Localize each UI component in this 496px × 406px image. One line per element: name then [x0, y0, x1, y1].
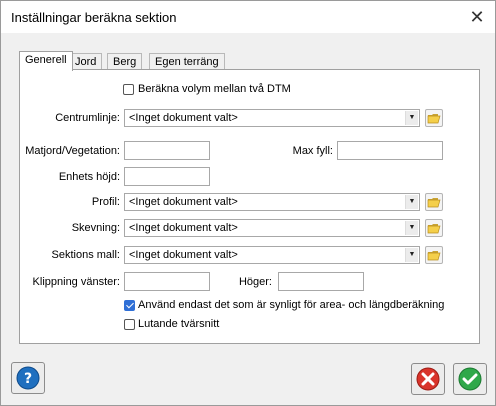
centerline-select[interactable]: <Inget dokument valt> ▼ [124, 109, 420, 127]
tab-egen-terrang[interactable]: Egen terräng [149, 53, 225, 70]
folder-icon[interactable] [425, 193, 443, 211]
clip-right-input[interactable] [278, 272, 364, 291]
topsoil-input[interactable] [124, 141, 210, 160]
profile-label: Profil: [91, 196, 120, 208]
clip-left-input[interactable] [124, 272, 210, 291]
ok-button[interactable] [453, 363, 487, 395]
max-fill-label: Max fyll: [292, 145, 333, 157]
sloping-checkbox[interactable] [124, 319, 135, 330]
chevron-down-icon: ▼ [405, 221, 418, 235]
help-icon: ? [16, 366, 40, 390]
cant-value: <Inget dokument valt> [129, 222, 238, 234]
section-template-label: Sektions mall: [51, 249, 120, 261]
cant-label: Skevning: [71, 222, 120, 234]
svg-text:?: ? [24, 371, 32, 387]
cant-select[interactable]: <Inget dokument valt> ▼ [124, 219, 420, 237]
window-title: Inställningar beräkna sektion [11, 10, 177, 25]
clip-right-label: Höger: [238, 276, 272, 288]
title-bar: Inställningar beräkna sektion ✕ [1, 1, 495, 33]
dialog-window: Inställningar beräkna sektion ✕ Generell… [0, 0, 496, 406]
folder-icon[interactable] [425, 219, 443, 237]
profile-select[interactable]: <Inget dokument valt> ▼ [124, 193, 420, 211]
use-visible-label: Använd endast det som är synligt för are… [138, 299, 445, 311]
topsoil-label: Matjord/Vegetation: [25, 145, 120, 157]
tab-generell[interactable]: Generell [19, 51, 73, 71]
chevron-down-icon: ▼ [405, 195, 418, 209]
chevron-down-icon: ▼ [405, 111, 418, 125]
tab-panel-generell: Beräkna volym mellan två DTM Centrumlinj… [19, 69, 480, 344]
centerline-label: Centrumlinje: [55, 112, 120, 124]
max-fill-input[interactable] [337, 141, 443, 160]
chevron-down-icon: ▼ [405, 248, 418, 262]
clip-left-label: Klippning vänster: [32, 276, 120, 288]
tab-jord[interactable]: Jord [69, 53, 103, 70]
section-template-select[interactable]: <Inget dokument valt> ▼ [124, 246, 420, 264]
folder-icon[interactable] [425, 246, 443, 264]
cancel-icon [416, 367, 440, 391]
ok-icon [458, 367, 482, 391]
cancel-button[interactable] [411, 363, 445, 395]
sloping-label: Lutande tvärsnitt [138, 318, 220, 330]
profile-value: <Inget dokument valt> [129, 196, 238, 208]
unit-height-input[interactable] [124, 167, 210, 186]
unit-height-label: Enhets höjd: [58, 171, 120, 183]
dtm-volume-checkbox[interactable] [123, 84, 134, 95]
tab-berg[interactable]: Berg [107, 53, 143, 70]
section-template-value: <Inget dokument valt> [129, 249, 238, 261]
centerline-value: <Inget dokument valt> [129, 112, 238, 124]
folder-icon[interactable] [425, 109, 443, 127]
close-icon[interactable]: ✕ [467, 7, 487, 27]
use-visible-checkbox[interactable] [124, 300, 135, 311]
help-button[interactable]: ? [11, 362, 45, 394]
dtm-volume-label: Beräkna volym mellan två DTM [138, 83, 291, 95]
